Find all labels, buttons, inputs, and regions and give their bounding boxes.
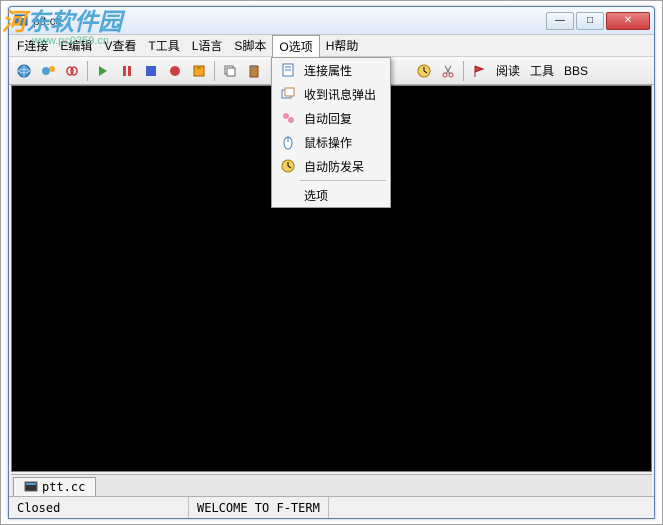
tool-world-icon[interactable] — [13, 60, 35, 82]
menubar: F连接 E编辑 V查看 T工具 L语言 S脚本 O选项 H帮助 — [9, 35, 654, 57]
titlebar[interactable]: ptt.cc — □ ✕ — [9, 7, 654, 35]
dropdown-auto-reply[interactable]: 自动回复 — [272, 106, 390, 130]
blank-icon — [276, 185, 300, 205]
application-window: ptt.cc — □ ✕ F连接 E编辑 V查看 T工具 L语言 S脚本 O选项… — [8, 6, 655, 519]
dropdown-label: 连接属性 — [300, 62, 386, 79]
dropdown-anti-idle[interactable]: 自动防发呆 — [272, 154, 390, 178]
minimize-button[interactable]: — — [546, 12, 574, 30]
tool-copy-icon[interactable] — [219, 60, 241, 82]
menu-tools[interactable]: T工具 — [142, 35, 185, 56]
tool-tools[interactable]: 工具 — [526, 62, 558, 79]
tool-connect-icon[interactable] — [37, 60, 59, 82]
document-icon — [276, 60, 300, 80]
tab-label: ptt.cc — [42, 480, 85, 494]
dropdown-label: 收到讯息弹出 — [300, 86, 386, 103]
dropdown-mouse-operation[interactable]: 鼠标操作 — [272, 130, 390, 154]
tool-clock-icon[interactable] — [413, 60, 435, 82]
menu-script[interactable]: S脚本 — [228, 35, 272, 56]
menu-connect[interactable]: F连接 — [11, 35, 54, 56]
statusbar: Closed WELCOME TO F-TERM — [9, 496, 654, 518]
tool-paste-icon[interactable] — [243, 60, 265, 82]
tool-play-icon[interactable] — [92, 60, 114, 82]
dropdown-label: 鼠标操作 — [300, 134, 386, 151]
toolbar-separator — [463, 61, 464, 81]
tool-book-icon[interactable] — [188, 60, 210, 82]
app-icon — [13, 13, 29, 29]
menu-options[interactable]: O选项 — [272, 35, 319, 57]
tool-flag-icon[interactable] — [468, 60, 490, 82]
mouse-icon — [276, 132, 300, 152]
dropdown-separator — [300, 180, 386, 181]
tool-link-icon[interactable] — [61, 60, 83, 82]
options-dropdown: 连接属性 收到讯息弹出 自动回复 鼠标操作 自动防发呆 选项 — [271, 57, 391, 208]
connection-tab[interactable]: ptt.cc — [13, 477, 96, 496]
menu-edit[interactable]: E编辑 — [54, 35, 98, 56]
tool-pause-icon[interactable] — [116, 60, 138, 82]
popup-icon — [276, 84, 300, 104]
status-connection: Closed — [9, 497, 189, 518]
dropdown-label: 自动防发呆 — [300, 158, 386, 175]
menu-help[interactable]: H帮助 — [320, 35, 365, 56]
chat-icon — [276, 108, 300, 128]
tool-cut-icon[interactable] — [437, 60, 459, 82]
dropdown-label: 自动回复 — [300, 110, 386, 127]
dropdown-options[interactable]: 选项 — [272, 183, 390, 207]
dropdown-popup-message[interactable]: 收到讯息弹出 — [272, 82, 390, 106]
close-button[interactable]: ✕ — [606, 12, 650, 30]
clock-icon — [276, 156, 300, 176]
toolbar-separator — [214, 61, 215, 81]
maximize-button[interactable]: □ — [576, 12, 604, 30]
tool-record-icon[interactable] — [164, 60, 186, 82]
tool-read[interactable]: 阅读 — [492, 62, 524, 79]
menu-view[interactable]: V查看 — [98, 35, 142, 56]
dropdown-connection-properties[interactable]: 连接属性 — [272, 58, 390, 82]
tool-stop-icon[interactable] — [140, 60, 162, 82]
terminal-icon — [24, 480, 38, 494]
tab-bar: ptt.cc — [11, 474, 652, 496]
dropdown-label: 选项 — [300, 187, 386, 204]
tool-bbs[interactable]: BBS — [560, 64, 592, 78]
window-title: ptt.cc — [33, 14, 546, 28]
menu-language[interactable]: L语言 — [186, 35, 229, 56]
toolbar-separator — [87, 61, 88, 81]
status-message: WELCOME TO F-TERM — [189, 497, 329, 518]
